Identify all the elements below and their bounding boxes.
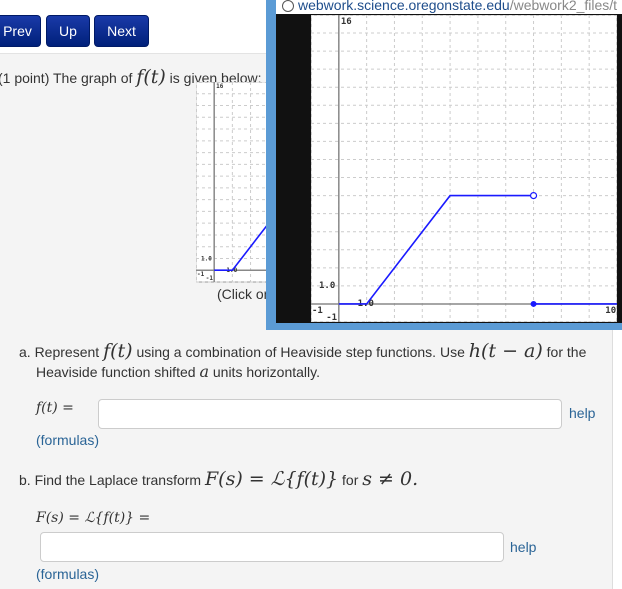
y-tick-label: 16 [341,17,352,27]
answer-b-input[interactable] [40,532,504,562]
part-a-suffix: for the [542,344,587,360]
y-tick-label: 1.0 [319,281,335,291]
next-button[interactable]: Next [94,15,149,47]
part-b-prefix: b. Find the Laplace transform [19,472,205,488]
x-tick-label: 10 [605,306,616,316]
part-a-line2: Heaviside function shifted a units horiz… [36,362,320,381]
graph-enlarged: 161.0-1-11.010 [311,15,617,322]
help-link-a[interactable]: help [569,405,595,421]
part-a-text: a. Represent f(t) using a combination of… [19,340,586,362]
click-hint: (Click on [217,286,272,302]
open-endpoint [529,191,538,200]
part-a-math-f: f(t) [103,340,133,362]
answer-a-label: f(t) = [36,400,74,416]
part-a-mid: using a combination of Heaviside step fu… [132,344,469,360]
formulas-link-a[interactable]: (formulas) [36,432,99,448]
y-tick-label: 1.0 [201,255,212,262]
formulas-link-b[interactable]: (formulas) [36,566,99,582]
part-a-prefix: a. Represent [19,344,104,360]
graph-thumbnail[interactable]: 161.0-1-11.010 [196,82,276,287]
plot-background [196,82,276,283]
part-a-math-a: a [199,362,209,381]
part-b-math-laplace: F(s) = ℒ{f(t)} [205,468,339,490]
y-tick-label: -1 [206,275,214,282]
plot-background [311,15,617,322]
y-tick-label: 16 [216,83,224,90]
graph-popup-window[interactable]: webwork.science.oregonstate.edu/webwork2… [266,0,622,330]
part-a-line2-prefix: Heaviside function shifted [36,364,200,380]
y-tick-label: -1 [326,313,337,322]
url-path: /webwork2_files/t [509,0,618,13]
part-a-math-h: h(t − a) [468,340,543,362]
part-a-line2-suffix: units horizontally. [208,364,320,380]
x-tick-label: -1 [197,271,205,278]
up-button[interactable]: Up [46,15,90,47]
info-icon [282,0,294,13]
intro-text: (1 point) The graph of [0,70,137,86]
intro-math: f(t) [136,66,166,88]
x-tick-label: -1 [312,306,323,316]
answer-b-label: F(s) = ℒ{f(t)} = [36,510,151,526]
url-host: webwork.science.oregonstate.edu [298,0,510,13]
closed-endpoint [530,300,537,307]
answer-a-input[interactable] [98,399,562,429]
part-b-mid: for [338,472,363,488]
part-b-math-s: s ≠ 0. [362,468,419,490]
part-b-text: b. Find the Laplace transform F(s) = ℒ{f… [19,468,418,490]
popup-url-bar: webwork.science.oregonstate.edu/webwork2… [276,0,622,14]
help-link-b[interactable]: help [510,539,536,555]
prev-button[interactable]: Prev [0,15,41,47]
